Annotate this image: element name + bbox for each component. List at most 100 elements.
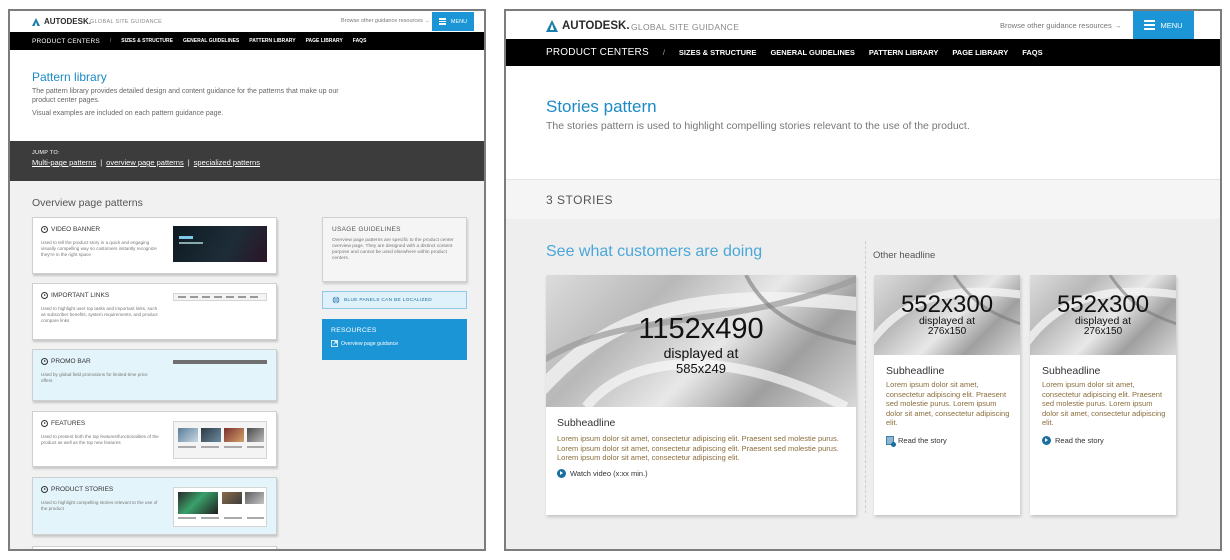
stories-count-band: 3 STORIES: [506, 179, 1220, 219]
read-story-link[interactable]: Read the story: [886, 436, 947, 447]
displayed-size-label: 276x150: [1083, 326, 1123, 337]
blue-panel-label: BLUE PANELS CAN BE LOCALIZED: [344, 297, 433, 303]
story-body: Lorem ipsum dolor sit amet, consectetur …: [557, 434, 839, 462]
play-circle-icon: [41, 420, 48, 427]
autodesk-logo-icon: [546, 20, 558, 32]
story-subheadline: Subheadline: [886, 365, 945, 377]
nav-product-centers[interactable]: PRODUCT CENTERS: [32, 38, 100, 45]
resources-title: RESOURCES: [331, 327, 377, 334]
site-name: GLOBAL SITE GUIDANCE: [90, 19, 163, 25]
watch-video-label: Watch video (x:xx min.): [570, 469, 648, 478]
story-body: Lorem ipsum dolor sit amet, consectetur …: [1042, 380, 1166, 427]
browse-link[interactable]: Browse other guidance resources →: [341, 18, 430, 24]
card-description: Used to tell the product story in a quic…: [41, 240, 157, 257]
nav-pattern-library[interactable]: PATTERN LIBRARY: [869, 48, 938, 57]
side-story-card[interactable]: 552x300 displayed at 276x150 Subheadline…: [874, 275, 1020, 515]
play-circle-icon: [1042, 436, 1051, 445]
story-subheadline: Subheadline: [557, 417, 616, 429]
video-banner-thumbnail: [173, 226, 267, 262]
globe-icon: [332, 296, 340, 304]
hamburger-icon: [1144, 18, 1156, 31]
featured-story-image: 1152x490 displayed at 585x249: [546, 275, 856, 407]
stories-count: 3 STORIES: [546, 193, 613, 207]
autodesk-logo[interactable]: AUTODESK.: [546, 20, 630, 32]
nav-page-library[interactable]: PAGE LIBRARY: [306, 38, 343, 44]
pattern-card-product-stories[interactable]: PRODUCT STORIES Used to highlight compel…: [32, 477, 277, 535]
featured-story-card[interactable]: 1152x490 displayed at 585x249 Subheadlin…: [546, 275, 856, 515]
side-story-image: 552x300 displayed at 276x150: [1030, 275, 1176, 355]
displayed-size-label: 585x249: [676, 361, 726, 376]
jump-link-specialized[interactable]: specialized patterns: [194, 158, 260, 167]
menu-button[interactable]: MENU: [432, 12, 474, 31]
watch-video-link[interactable]: Watch video (x:xx min.): [557, 469, 648, 478]
brand-name: AUTODESK.: [44, 17, 91, 26]
nav-pattern-library[interactable]: PATTERN LIBRARY: [249, 38, 295, 44]
browse-link-label: Browse other guidance resources: [1000, 21, 1112, 30]
nav-faqs[interactable]: FAQS: [1022, 48, 1042, 57]
pattern-card-features[interactable]: FEATURES Used to present both the top fe…: [32, 411, 277, 467]
pattern-card-next[interactable]: [32, 546, 277, 549]
features-thumbnail: [173, 421, 267, 459]
nav-page-library[interactable]: PAGE LIBRARY: [952, 48, 1008, 57]
read-story-link[interactable]: Read the story: [1042, 436, 1104, 445]
main-nav: PRODUCT CENTERS / SIZES & STRUCTURE GENE…: [506, 39, 1220, 66]
resources-panel: RESOURCES Overview page guidance: [322, 319, 467, 360]
card-description: Used by global field promotions for limi…: [41, 372, 148, 383]
browse-link[interactable]: Browse other guidance resources →: [1000, 21, 1121, 30]
page-description: The pattern library provides detailed de…: [32, 88, 339, 104]
play-circle-icon: [41, 292, 48, 299]
jump-link-overview[interactable]: overview page patterns: [106, 158, 184, 167]
story-icon: [886, 436, 896, 447]
resources-link[interactable]: Overview page guidance: [331, 340, 458, 347]
nav-separator: /: [109, 38, 112, 44]
brand-name: AUTODESK.: [562, 20, 630, 32]
column-divider: [865, 241, 866, 513]
play-circle-icon: [41, 226, 48, 233]
menu-label: MENU: [1160, 20, 1183, 30]
stories-pattern-page: AUTODESK. GLOBAL SITE GUIDANCE Browse ot…: [504, 9, 1222, 551]
site-name: GLOBAL SITE GUIDANCE: [631, 22, 740, 32]
card-title: IMPORTANT LINKS: [51, 292, 110, 299]
story-subheadline: Subheadline: [1042, 365, 1101, 377]
page-title: Pattern library: [32, 70, 107, 84]
card-description: Used to highlight compelling stories rel…: [41, 500, 158, 511]
main-nav: PRODUCT CENTERS / SIZES & STRUCTURE GENE…: [10, 32, 484, 50]
arrow-right-icon: →: [424, 18, 430, 24]
side-story-image: 552x300 displayed at 276x150: [874, 275, 1020, 355]
promo-bar-thumbnail: [173, 360, 267, 364]
nav-sizes-structure[interactable]: SIZES & STRUCTURE: [121, 38, 173, 44]
nav-general-guidelines[interactable]: GENERAL GUIDELINES: [770, 48, 854, 57]
external-link-icon: [331, 340, 338, 347]
usage-description: Overview page patterns are specific to t…: [332, 238, 454, 261]
nav-faqs[interactable]: FAQS: [353, 38, 367, 44]
pattern-card-important-links[interactable]: IMPORTANT LINKS Used to highlight user t…: [32, 283, 277, 340]
autodesk-logo[interactable]: AUTODESK.: [32, 17, 91, 28]
card-title: VIDEO BANNER: [51, 226, 101, 233]
nav-sizes-structure[interactable]: SIZES & STRUCTURE: [679, 48, 757, 57]
section-title: Overview page patterns: [32, 197, 143, 209]
read-story-label: Read the story: [1055, 436, 1104, 445]
product-stories-thumbnail: [173, 487, 267, 527]
page-description: The stories pattern is used to highlight…: [546, 120, 970, 132]
nav-general-guidelines[interactable]: GENERAL GUIDELINES: [183, 38, 239, 44]
usage-title: USAGE GUIDELINES: [332, 226, 401, 233]
pattern-card-video-banner[interactable]: VIDEO BANNER Used to tell the product st…: [32, 217, 277, 274]
play-circle-icon: [41, 486, 48, 493]
jump-to-bar: JUMP TO: Multi-page patterns | overview …: [10, 141, 484, 181]
nav-product-centers[interactable]: PRODUCT CENTERS: [546, 47, 649, 58]
important-links-thumbnail: [173, 293, 267, 301]
card-title: PRODUCT STORIES: [51, 486, 114, 493]
play-circle-icon: [41, 358, 48, 365]
pattern-card-promo-bar[interactable]: PROMO BAR Used by global field promotion…: [32, 349, 277, 401]
jump-link-multi-page[interactable]: Multi-page patterns: [32, 158, 96, 167]
menu-button[interactable]: MENU: [1133, 11, 1194, 39]
arrow-right-icon: →: [1113, 21, 1122, 30]
side-story-card[interactable]: 552x300 displayed at 276x150 Subheadline…: [1030, 275, 1176, 515]
card-description: Used to present both the top features/fu…: [41, 434, 159, 445]
card-title: PROMO BAR: [51, 358, 91, 365]
jump-to-label: JUMP TO:: [32, 150, 60, 156]
resources-link-label: Overview page guidance: [341, 340, 399, 347]
displayed-at-label: displayed at: [663, 345, 739, 361]
main-heading: See what customers are doing: [546, 243, 763, 260]
nav-separator: /: [662, 48, 665, 57]
